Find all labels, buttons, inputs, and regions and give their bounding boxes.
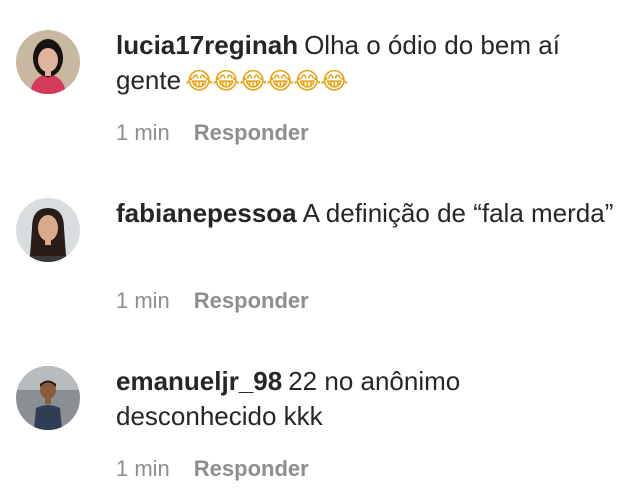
comment-text: A definição de “fala merda” bbox=[302, 198, 614, 228]
comment-body: fabianepessoa A definição de “fala merda” bbox=[116, 196, 616, 231]
comment-text-block: emanueljr_98 22 no anônimo desconhecido k… bbox=[116, 364, 616, 434]
comment-meta: 1 min Responder bbox=[116, 456, 309, 482]
comment-timestamp: 1 min bbox=[116, 120, 170, 145]
avatar[interactable] bbox=[16, 30, 80, 94]
comment-text-block: fabianepessoa A definição de “fala merda” bbox=[116, 196, 616, 231]
avatar-image bbox=[16, 30, 80, 94]
avatar[interactable] bbox=[16, 366, 80, 430]
comment-text-block: lucia17reginah Olha o ódio do bem aí gent… bbox=[116, 28, 616, 99]
reply-button[interactable]: Responder bbox=[194, 120, 309, 145]
avatar-image bbox=[16, 366, 80, 430]
comment-list: lucia17reginah Olha o ódio do bem aí gent… bbox=[0, 0, 634, 498]
avatar[interactable] bbox=[16, 198, 80, 262]
comment-meta: 1 min Responder bbox=[116, 288, 309, 314]
comment-timestamp: 1 min bbox=[116, 456, 170, 481]
avatar-image bbox=[16, 198, 80, 262]
comment-meta: 1 min Responder bbox=[116, 120, 309, 146]
reply-button[interactable]: Responder bbox=[194, 456, 309, 481]
comment-timestamp: 1 min bbox=[116, 288, 170, 313]
laughing-emoji-icon: 😂😂😂😂😂😂 bbox=[185, 67, 348, 95]
comment-username[interactable]: lucia17reginah bbox=[116, 30, 298, 60]
comment-username[interactable]: emanueljr_98 bbox=[116, 366, 282, 396]
comment-body: emanueljr_98 22 no anônimo desconhecido k… bbox=[116, 364, 616, 434]
comment-body: lucia17reginah Olha o ódio do bem aí gent… bbox=[116, 28, 616, 99]
comment-username[interactable]: fabianepessoa bbox=[116, 198, 297, 228]
reply-button[interactable]: Responder bbox=[194, 288, 309, 313]
